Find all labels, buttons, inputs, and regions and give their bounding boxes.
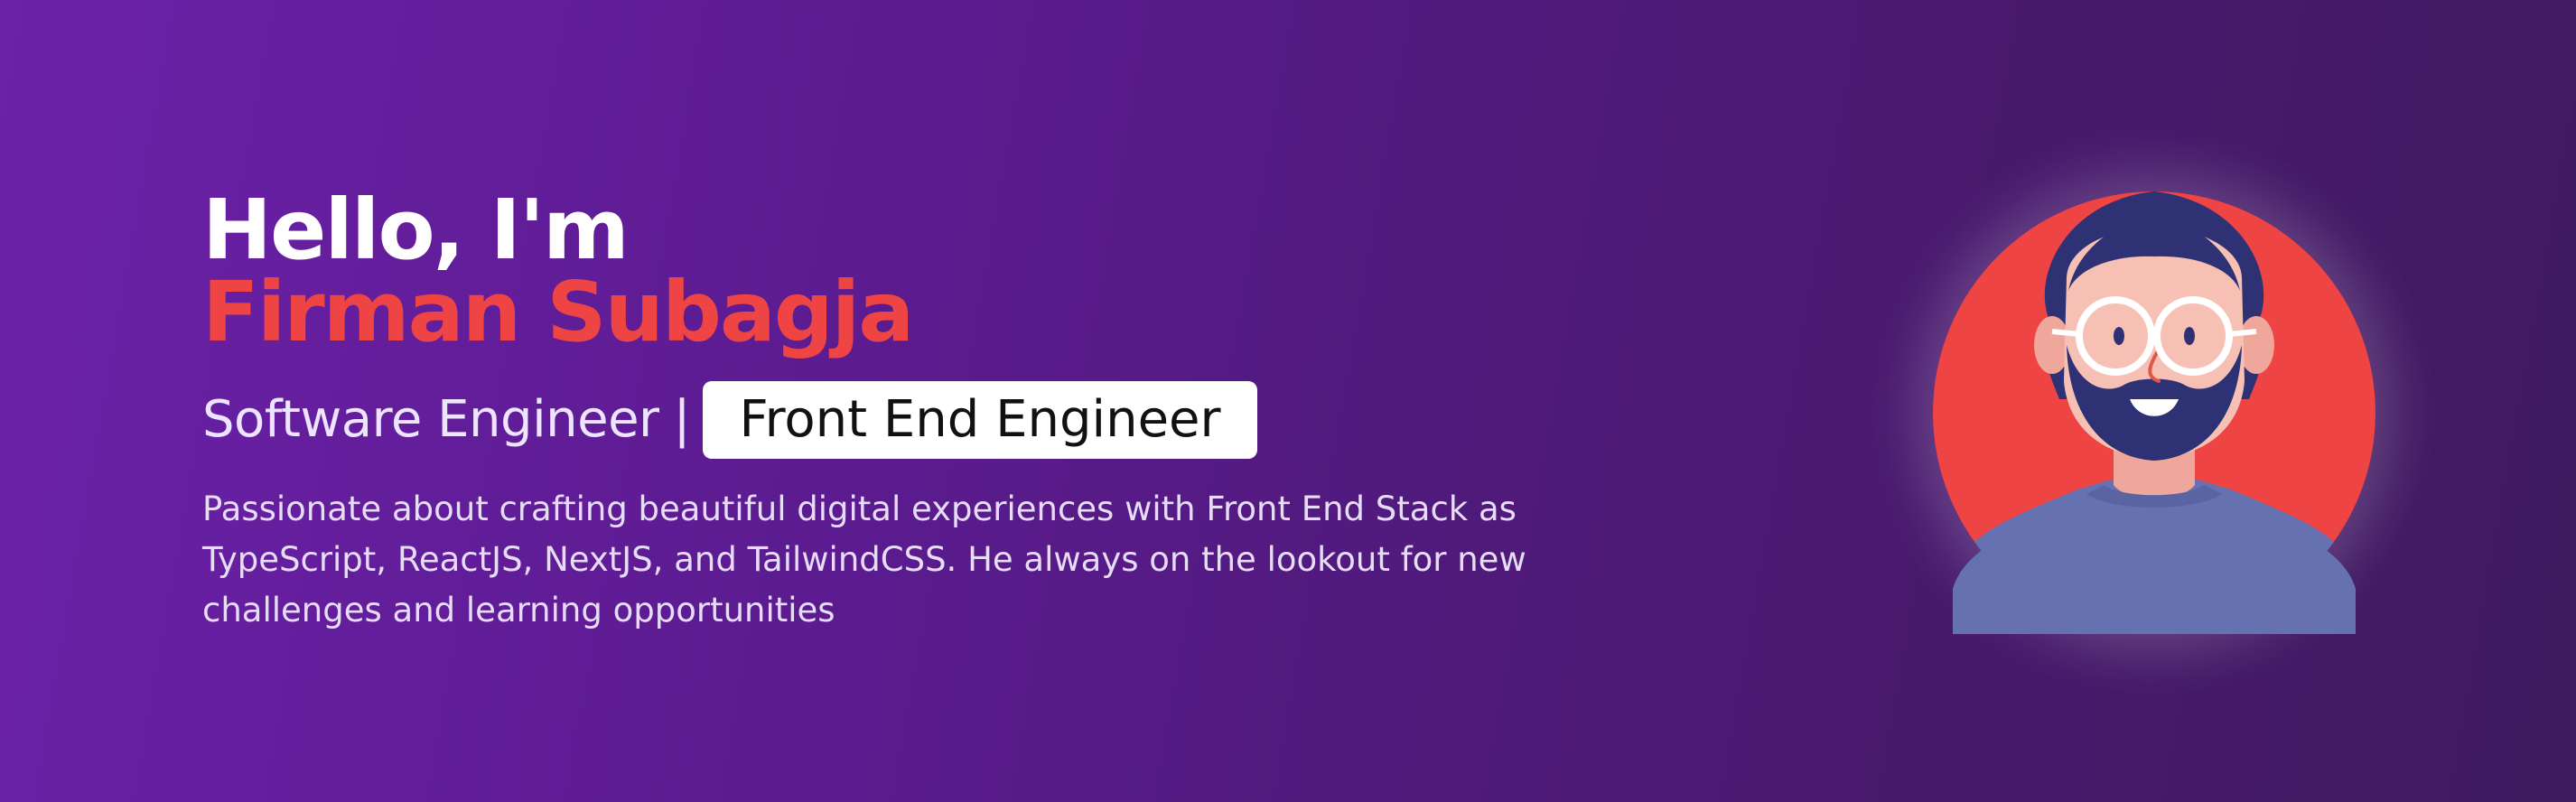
role-separator: |: [673, 390, 691, 449]
description-line: Passionate about crafting beautiful digi…: [202, 490, 1517, 528]
role-title: Software Engineer: [202, 390, 659, 449]
description-line: TypeScript, ReactJS, NextJS, and Tailwin…: [202, 540, 1526, 579]
avatar: [1933, 191, 2375, 634]
developer-avatar-icon: [1933, 191, 2375, 634]
hero-section: Hello, I'm Firman Subagja Software Engin…: [0, 0, 2576, 802]
description-line: challenges and learning opportunities: [202, 591, 835, 629]
hero-text: Hello, I'm Firman Subagja Software Engin…: [202, 182, 1684, 636]
role-highlight-badge: Front End Engineer: [703, 381, 1257, 459]
name-heading: Firman Subagja: [202, 264, 914, 360]
hero-description: Passionate about crafting beautiful digi…: [202, 484, 1666, 636]
role-line: Software Engineer | Front End Engineer: [202, 381, 1684, 459]
greeting-heading: Hello, I'm: [202, 182, 630, 278]
